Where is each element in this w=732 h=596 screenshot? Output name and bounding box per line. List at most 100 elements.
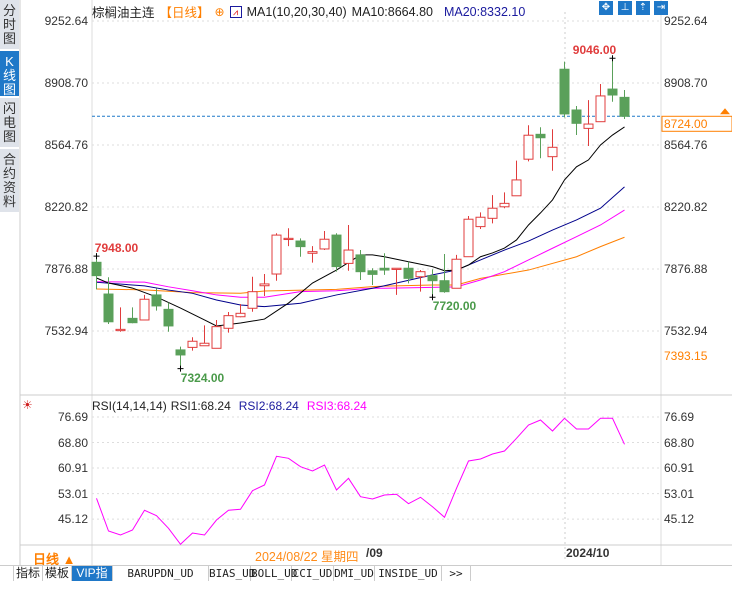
extreme-price-label: 9046.00: [572, 43, 617, 58]
side-tab-kline[interactable]: K线图: [0, 51, 19, 97]
ma10-value: MA10:8664.80: [351, 4, 433, 19]
tab-indicators[interactable]: 指标: [14, 566, 43, 581]
price-axis-label-left: 8220.82: [44, 199, 88, 214]
candle-up: [451, 258, 462, 289]
cursor-date: 2024/08/22 星期四: [255, 546, 359, 565]
tab-more[interactable]: >>: [442, 566, 471, 581]
candle-up: [115, 328, 126, 332]
candle-down: [163, 308, 174, 327]
candle-down: [427, 275, 438, 282]
crosshair-icon[interactable]: ✥: [599, 1, 613, 15]
candle-up: [511, 179, 522, 197]
rsi-axis-label-left: 76.69: [57, 410, 88, 424]
candle-down: [295, 240, 306, 248]
candle-down: [331, 234, 342, 268]
last-price-label: 8724.00: [664, 117, 708, 132]
candle-up: [259, 283, 270, 287]
extreme-price-label: 7948.00: [94, 241, 139, 256]
tab-vip-indicators[interactable]: VIP指标: [72, 566, 113, 595]
rsi-axis-label-left: 60.91: [57, 461, 88, 476]
candle-down: [619, 96, 630, 117]
extreme-price-label: 7720.00: [432, 299, 477, 314]
rsi-axis-label-right: 60.91: [664, 461, 695, 476]
chart-header: 棕榈油主连 【日线】 ⊕ ⩘ MA1(10,20,30,40) MA10:866…: [92, 2, 525, 21]
price-axis-label-right: 8908.70: [664, 75, 708, 90]
rsi-title[interactable]: RSI(14,14,14): [92, 399, 167, 413]
rsi-axis-label-left: 53.01: [57, 486, 88, 501]
candle-up: [487, 207, 498, 219]
candle-up: [415, 271, 426, 278]
tab-cci[interactable]: CCI_UD: [292, 566, 334, 581]
ma-indicator-label[interactable]: MA1(10,20,30,40): [247, 5, 347, 19]
candle-up: [199, 342, 210, 347]
candle-down: [571, 109, 582, 124]
add-icon[interactable]: ⊕: [215, 5, 225, 19]
candle-down: [367, 270, 378, 275]
tab-barupdn[interactable]: BARUPDN_UD: [113, 566, 209, 581]
exit-icon[interactable]: ⇥: [654, 1, 668, 15]
side-tab-timeshare[interactable]: 分时图: [0, 0, 19, 50]
candle-up: [235, 312, 246, 318]
candle-down: [355, 254, 366, 273]
date-tick-oct: 2024/10: [566, 546, 610, 560]
candle-up: [187, 340, 198, 348]
indicator-icon[interactable]: ⩘: [229, 5, 242, 18]
price-axis-label-left: 8908.70: [44, 75, 88, 90]
candle-down: [91, 261, 102, 277]
price-axis-label-right: 7876.88: [664, 261, 708, 276]
candle-up: [463, 218, 474, 258]
candle-up: [547, 146, 558, 158]
tab-inside[interactable]: INSIDE_UD: [375, 566, 442, 581]
chart-canvas[interactable]: [0, 0, 732, 581]
candle-up: [583, 123, 594, 129]
rsi-axis-label-left: 68.80: [57, 435, 88, 450]
rsi-settings-icon[interactable]: ☀: [22, 398, 33, 412]
candle-down: [559, 68, 570, 115]
rsi-axis-label-right: 68.80: [664, 435, 695, 450]
candle-up: [475, 216, 486, 228]
low-marker-label: 7393.15: [664, 349, 708, 364]
price-axis-label-right: 8220.82: [664, 199, 708, 214]
date-tick-sep: /09: [366, 546, 383, 560]
side-tab-contract[interactable]: 合约资料: [0, 149, 19, 213]
rsi-axis-label-right: 53.01: [664, 486, 695, 501]
indicator-tab-bar: 指标 模板 VIP指标 BARUPDN_UD BIAS_UD BOLL_UD C…: [0, 565, 732, 595]
period-label[interactable]: 【日线】: [160, 2, 210, 21]
tab-dmi[interactable]: DMI_UD: [334, 566, 375, 581]
candle-down: [175, 349, 186, 356]
price-axis-label-left: 7876.88: [44, 261, 88, 276]
tab-templates[interactable]: 模板: [43, 566, 72, 581]
tab-bar-spacer: [0, 566, 14, 581]
candle-down: [379, 267, 390, 271]
tab-boll[interactable]: BOLL_UD: [251, 566, 297, 581]
last-price-arrow-icon: [720, 108, 730, 115]
rsi-axis-label-right: 45.12: [664, 512, 695, 527]
candle-up: [595, 95, 606, 123]
ma10-line: [96, 126, 625, 327]
candle-up: [391, 267, 402, 270]
candle-up: [211, 326, 222, 349]
price-axis-label-left: 9252.64: [44, 14, 88, 28]
zoom-in-icon[interactable]: ⇡: [636, 1, 650, 15]
price-axis-label-left: 8564.76: [44, 137, 88, 152]
extreme-price-label: 7324.00: [180, 370, 225, 385]
price-axis-label-right: 7532.94: [664, 323, 708, 338]
rsi3-value: RSI3:68.24: [306, 399, 367, 413]
candle-up: [283, 237, 294, 241]
price-axis-label-left: 7532.94: [44, 323, 88, 338]
candle-up: [499, 202, 510, 208]
candle-up: [307, 251, 318, 254]
tab-bias[interactable]: BIAS_UD: [209, 566, 255, 581]
candle-down: [151, 294, 162, 307]
rsi-header: RSI(14,14,14) RSI1:68.24 RSI2:68.24 RSI3…: [92, 399, 367, 413]
range-icon[interactable]: ⊥: [618, 1, 632, 15]
ma20-value: MA20:8332.10: [443, 4, 526, 19]
candle-down: [607, 88, 618, 96]
candle-up: [139, 298, 150, 321]
candle-up: [319, 238, 330, 250]
rsi-axis-label-right: 76.69: [664, 410, 695, 424]
candle-down: [103, 293, 114, 323]
rsi1-value: RSI1:68.24: [170, 399, 231, 413]
side-tab-flash[interactable]: 闪电图: [0, 98, 19, 148]
candle-down: [439, 280, 450, 293]
